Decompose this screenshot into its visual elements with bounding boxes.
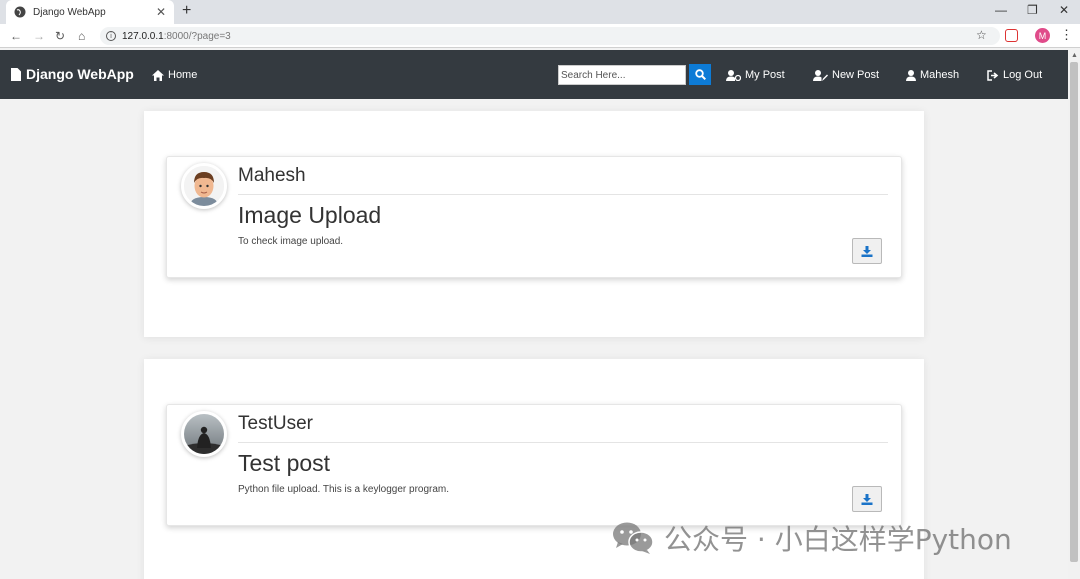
extension-icon[interactable] xyxy=(1005,29,1018,42)
search-button[interactable] xyxy=(689,64,711,85)
user-cog-icon xyxy=(726,69,741,81)
nav-profile-label: Mahesh xyxy=(920,69,960,81)
bookmark-star-icon[interactable]: ☆ xyxy=(976,28,987,42)
wechat-icon xyxy=(613,522,654,554)
nav-new-post-label: New Post xyxy=(832,69,880,81)
avatar[interactable] xyxy=(181,163,227,209)
browser-toolbar: ← → ↻ ⌂ i 127.0.0.1:8000/?page=3 ☆ M ⋮ xyxy=(0,24,1080,48)
window-close-icon[interactable]: ✕ xyxy=(1059,3,1069,17)
watermark-text: 公众号 · 小白这样学Python xyxy=(664,523,1012,556)
forward-icon[interactable]: → xyxy=(33,29,45,43)
back-icon[interactable]: ← xyxy=(10,29,22,43)
post-author[interactable]: Mahesh xyxy=(238,165,306,187)
nav-home[interactable]: Home xyxy=(152,69,197,81)
profile-avatar[interactable]: M xyxy=(1035,28,1050,43)
globe-icon xyxy=(14,6,26,18)
post-media: TestUser Test post Python file upload. T… xyxy=(166,404,902,526)
download-button[interactable] xyxy=(852,238,882,264)
home-browser-icon[interactable]: ⌂ xyxy=(78,29,85,43)
post-content: To check image upload. xyxy=(238,236,344,247)
url-path: :8000/?page=3 xyxy=(163,30,231,42)
search-icon xyxy=(694,69,706,80)
home-icon xyxy=(152,69,164,81)
post-author[interactable]: TestUser xyxy=(238,413,313,435)
user-edit-icon xyxy=(813,69,828,81)
info-icon[interactable]: i xyxy=(106,31,116,41)
brand-link[interactable]: Django WebApp xyxy=(11,66,134,82)
nav-new-post[interactable]: New Post xyxy=(813,69,879,81)
user-icon xyxy=(906,69,916,81)
tab-title: Django WebApp xyxy=(33,6,106,18)
download-icon xyxy=(861,493,873,505)
post-card: Mahesh Image Upload To check image uploa… xyxy=(144,111,924,337)
divider xyxy=(238,442,888,443)
address-bar[interactable]: i 127.0.0.1:8000/?page=3 xyxy=(100,27,1000,45)
sign-out-icon xyxy=(987,69,999,81)
browser-tabstrip: Django WebApp ✕ + — ❐ ✕ xyxy=(0,0,1080,24)
minimize-icon[interactable]: — xyxy=(995,3,1007,17)
app-navbar: Django WebApp Home My Post New Post Mahe… xyxy=(0,50,1068,99)
scroll-thumb[interactable] xyxy=(1070,62,1078,562)
menu-kebab-icon[interactable]: ⋮ xyxy=(1060,27,1073,43)
nav-my-post[interactable]: My Post xyxy=(726,69,785,81)
post-media: Mahesh Image Upload To check image uploa… xyxy=(166,156,902,278)
post-title[interactable]: Test post xyxy=(238,450,330,477)
nav-logout[interactable]: Log Out xyxy=(987,69,1042,81)
brand-label: Django WebApp xyxy=(26,66,134,82)
search-input[interactable] xyxy=(558,65,686,85)
avatar-silhouette-image xyxy=(184,414,224,454)
close-tab-icon[interactable]: ✕ xyxy=(156,5,166,19)
post-title[interactable]: Image Upload xyxy=(238,202,381,229)
page-scrollbar[interactable]: ▲ xyxy=(1068,50,1080,579)
url-host: 127.0.0.1 xyxy=(122,30,164,42)
post-content: Python file upload. This is a keylogger … xyxy=(238,484,450,495)
browser-tab[interactable]: Django WebApp ✕ xyxy=(6,0,174,24)
download-button[interactable] xyxy=(852,486,882,512)
download-icon xyxy=(861,245,873,257)
divider xyxy=(238,194,888,195)
scroll-up-icon[interactable]: ▲ xyxy=(1071,52,1078,59)
reload-icon[interactable]: ↻ xyxy=(55,29,65,43)
avatar[interactable] xyxy=(181,411,227,457)
nav-home-label: Home xyxy=(168,69,198,81)
file-icon xyxy=(11,67,21,81)
watermark: 公众号 · 小白这样学Python xyxy=(612,518,1012,558)
avatar-face-image xyxy=(184,166,224,206)
nav-logout-label: Log Out xyxy=(1003,69,1043,81)
new-tab-icon[interactable]: + xyxy=(182,2,191,20)
restore-icon[interactable]: ❐ xyxy=(1027,3,1038,17)
nav-profile[interactable]: Mahesh xyxy=(906,69,959,81)
nav-my-post-label: My Post xyxy=(745,69,785,81)
